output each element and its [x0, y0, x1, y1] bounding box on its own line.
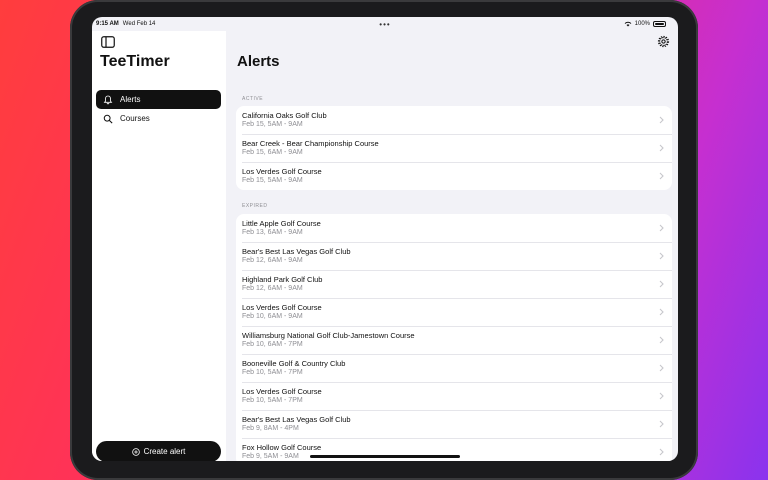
status-bar: 9:15 AM Wed Feb 14 ••• 100%	[92, 17, 678, 31]
alert-row[interactable]: Los Verdes Golf Course Feb 15, 5AM - 9AM	[236, 162, 672, 190]
sidebar-toggle-icon[interactable]	[101, 36, 115, 48]
alert-row[interactable]: Bear's Best Las Vegas Golf Club Feb 9, 8A…	[236, 410, 672, 438]
chevron-right-icon	[659, 448, 664, 456]
alert-time-window: Feb 10, 6AM - 7PM	[242, 341, 303, 348]
alert-course-name: Little Apple Golf Course	[242, 219, 321, 228]
alert-course-name: Los Verdes Golf Course	[242, 167, 322, 176]
alert-time-window: Feb 15, 6AM - 9AM	[242, 149, 303, 156]
alert-row[interactable]: Los Verdes Golf Course Feb 10, 5AM - 7PM	[236, 382, 672, 410]
alert-course-name: Bear's Best Las Vegas Golf Club	[242, 415, 351, 424]
alert-course-name: Los Verdes Golf Course	[242, 387, 322, 396]
app-screen: 9:15 AM Wed Feb 14 ••• 100% TeeTimer Ale…	[92, 17, 678, 461]
sidebar-item-alerts[interactable]: Alerts	[96, 90, 221, 109]
alert-time-window: Feb 13, 6AM - 9AM	[242, 229, 303, 236]
battery-percent: 100%	[634, 21, 650, 27]
alert-course-name: Bear Creek - Bear Championship Course	[242, 139, 379, 148]
sidebar-item-label: Courses	[120, 114, 150, 123]
create-alert-button[interactable]: Create alert	[96, 441, 221, 461]
chevron-right-icon	[659, 420, 664, 428]
alert-row[interactable]: Williamsburg National Golf Club-Jamestow…	[236, 326, 672, 354]
alert-course-name: Williamsburg National Golf Club-Jamestow…	[242, 331, 415, 340]
alert-course-name: Fox Hollow Golf Course	[242, 443, 322, 452]
chevron-right-icon	[659, 392, 664, 400]
alert-time-window: Feb 9, 8AM - 4PM	[242, 425, 299, 432]
active-alerts-list: California Oaks Golf Club Feb 15, 5AM - 9…	[236, 106, 672, 190]
status-date: Wed Feb 14	[122, 21, 156, 27]
alert-row[interactable]: Bear's Best Las Vegas Golf Club Feb 12, 6…	[236, 242, 672, 270]
home-indicator[interactable]	[310, 455, 460, 458]
chevron-right-icon	[659, 308, 664, 316]
create-alert-label: Create alert	[143, 447, 186, 456]
alert-row[interactable]: Little Apple Golf Course Feb 13, 6AM - 9A…	[236, 214, 672, 242]
gear-icon[interactable]	[657, 35, 670, 48]
chevron-right-icon	[659, 172, 664, 180]
alert-time-window: Feb 15, 5AM - 9AM	[242, 121, 303, 128]
alert-time-window: Feb 12, 6AM - 9AM	[242, 285, 303, 292]
alert-row[interactable]: Highland Park Golf Club Feb 12, 6AM - 9AM	[236, 270, 672, 298]
chevron-right-icon	[659, 224, 664, 232]
search-icon	[102, 113, 114, 125]
expired-alerts-list: Little Apple Golf Course Feb 13, 6AM - 9A…	[236, 214, 672, 461]
chevron-right-icon	[659, 364, 664, 372]
sidebar: TeeTimer Alerts Courses Create alert	[92, 31, 226, 461]
chevron-right-icon	[659, 252, 664, 260]
plus-circle-icon	[131, 447, 140, 456]
alert-course-name: California Oaks Golf Club	[242, 111, 327, 120]
battery-icon	[653, 21, 666, 27]
alert-time-window: Feb 10, 5AM - 7PM	[242, 397, 303, 404]
alert-course-name: Booneville Golf & Country Club	[242, 359, 346, 368]
page-title: Alerts	[237, 53, 280, 70]
alert-course-name: Bear's Best Las Vegas Golf Club	[242, 247, 351, 256]
alert-time-window: Feb 10, 5AM - 7PM	[242, 369, 303, 376]
section-label-expired: EXPIRED	[242, 203, 268, 209]
app-title: TeeTimer	[100, 53, 170, 70]
chevron-right-icon	[659, 116, 664, 124]
chevron-right-icon	[659, 280, 664, 288]
chevron-right-icon	[659, 144, 664, 152]
alert-time-window: Feb 12, 6AM - 9AM	[242, 257, 303, 264]
alert-time-window: Feb 10, 6AM - 9AM	[242, 313, 303, 320]
multitasking-dots-icon[interactable]: •••	[379, 20, 390, 29]
section-label-active: ACTIVE	[242, 96, 264, 102]
main-content: Alerts ACTIVE California Oaks Golf Club F…	[226, 31, 678, 461]
alert-row[interactable]: Los Verdes Golf Course Feb 10, 6AM - 9AM	[236, 298, 672, 326]
status-time: 9:15 AM	[96, 21, 119, 27]
sidebar-item-courses[interactable]: Courses	[96, 109, 221, 128]
alert-time-window: Feb 15, 5AM - 9AM	[242, 177, 303, 184]
alert-course-name: Los Verdes Golf Course	[242, 303, 322, 312]
alert-course-name: Highland Park Golf Club	[242, 275, 323, 284]
alert-row[interactable]: Bear Creek - Bear Championship Course Feb…	[236, 134, 672, 162]
chevron-right-icon	[659, 336, 664, 344]
alert-row[interactable]: California Oaks Golf Club Feb 15, 5AM - 9…	[236, 106, 672, 134]
alert-row[interactable]: Booneville Golf & Country Club Feb 10, 5A…	[236, 354, 672, 382]
sidebar-item-label: Alerts	[120, 95, 141, 104]
bell-icon	[102, 94, 114, 106]
wifi-icon	[624, 21, 631, 27]
